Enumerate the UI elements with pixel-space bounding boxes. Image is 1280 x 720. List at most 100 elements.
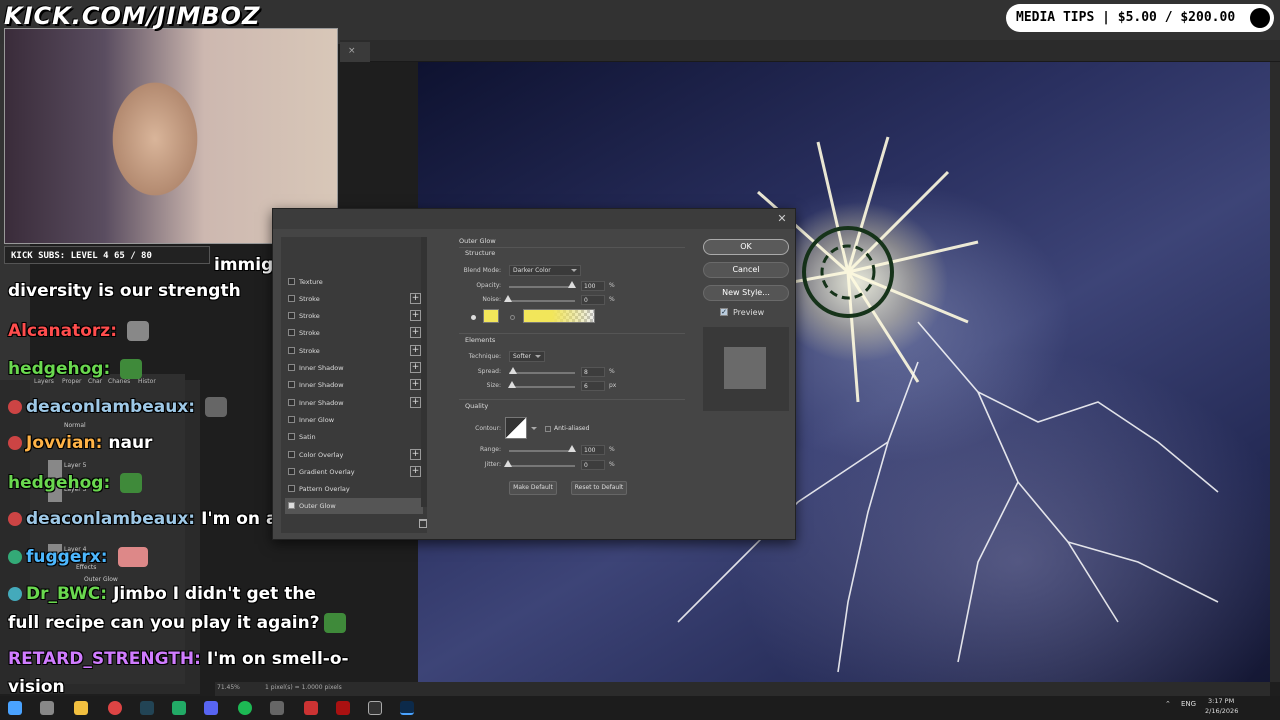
clock-time[interactable]: 3:17 PM — [1208, 697, 1234, 705]
style-item-stroke[interactable]: Stroke + — [285, 343, 423, 359]
styles-scrollbar[interactable] — [421, 237, 427, 507]
ok-button[interactable]: OK — [703, 239, 789, 255]
spread-slider[interactable] — [509, 372, 575, 374]
style-item-satin[interactable]: Satin — [285, 429, 423, 445]
zoom-level[interactable]: 71.45% — [217, 684, 240, 691]
add-icon[interactable]: + — [410, 345, 421, 356]
new-style-button[interactable]: New Style... — [703, 285, 789, 301]
checkbox[interactable] — [288, 347, 295, 354]
chat-user: hedgehog: — [8, 359, 111, 379]
lang-indicator[interactable]: ENG — [1181, 700, 1196, 708]
solid-color-radio[interactable] — [471, 315, 476, 320]
app-icon[interactable] — [172, 701, 186, 715]
start-icon[interactable] — [8, 701, 22, 715]
document-tab[interactable]: × — [340, 42, 370, 62]
checkbox[interactable] — [288, 451, 295, 458]
spread-slider-handle[interactable] — [509, 367, 517, 374]
checkbox-checked[interactable] — [288, 502, 295, 509]
spotify-icon[interactable] — [238, 701, 252, 715]
dialog-title-bar[interactable] — [273, 209, 795, 229]
size-slider-handle[interactable] — [508, 381, 516, 388]
opacity-input[interactable]: 100 — [581, 281, 605, 291]
noise-slider[interactable] — [509, 300, 575, 302]
close-icon[interactable]: ✕ — [775, 212, 789, 226]
style-item-inner-glow[interactable]: Inner Glow — [285, 412, 423, 428]
pepe-emote-icon — [120, 473, 143, 493]
blend-mode-dropdown[interactable]: Darker Color — [509, 265, 581, 276]
checkbox[interactable] — [288, 468, 295, 475]
add-icon[interactable]: + — [410, 293, 421, 304]
tray-chevron-icon[interactable]: ⌃ — [1165, 700, 1171, 708]
jitter-input[interactable]: 0 — [581, 460, 605, 470]
checkbox[interactable] — [288, 433, 295, 440]
glow-color-swatch[interactable] — [483, 309, 499, 323]
style-item-color-overlay[interactable]: Color Overlay + — [285, 447, 423, 463]
opacity-slider-handle[interactable] — [568, 281, 576, 288]
style-item-inner-shadow[interactable]: Inner Shadow + — [285, 395, 423, 411]
glow-gradient-picker[interactable] — [523, 309, 595, 323]
add-icon[interactable]: + — [410, 397, 421, 408]
add-icon[interactable]: + — [410, 362, 421, 373]
checkbox[interactable] — [288, 416, 295, 423]
add-icon[interactable]: + — [410, 449, 421, 460]
checkbox[interactable] — [288, 399, 295, 406]
checkbox[interactable] — [288, 312, 295, 319]
size-input[interactable]: 6 — [581, 381, 605, 391]
checkbox[interactable] — [288, 278, 295, 285]
style-item-pattern-overlay[interactable]: Pattern Overlay — [285, 481, 423, 497]
noise-input[interactable]: 0 — [581, 295, 605, 305]
noise-slider-handle[interactable] — [504, 295, 512, 302]
add-icon[interactable]: + — [410, 327, 421, 338]
reset-default-button[interactable]: Reset to Default — [571, 481, 627, 495]
style-item-inner-shadow[interactable]: Inner Shadow + — [285, 360, 423, 376]
cancel-button[interactable]: Cancel — [703, 262, 789, 278]
checkbox[interactable] — [288, 381, 295, 388]
app-icon[interactable] — [304, 701, 318, 715]
opacity-slider[interactable] — [509, 286, 575, 288]
jitter-slider[interactable] — [509, 465, 575, 467]
add-icon[interactable]: + — [410, 466, 421, 477]
steam-icon[interactable] — [140, 701, 154, 715]
style-item-stroke[interactable]: Stroke + — [285, 325, 423, 341]
chat-text: diversity is our strength — [8, 281, 241, 301]
chrome-icon[interactable] — [108, 701, 122, 715]
add-icon[interactable]: + — [410, 310, 421, 321]
doc-info: 1 pixel(s) = 1.0000 pixels — [265, 684, 342, 691]
gradient-radio[interactable] — [510, 315, 515, 320]
style-item-inner-shadow[interactable]: Inner Shadow + — [285, 377, 423, 393]
checkbox[interactable] — [288, 364, 295, 371]
chevron-down-icon — [571, 269, 577, 272]
range-slider[interactable] — [509, 450, 575, 452]
make-default-button[interactable]: Make Default — [509, 481, 557, 495]
discord-icon[interactable] — [204, 701, 218, 715]
task-view-icon[interactable] — [40, 701, 54, 715]
trash-icon[interactable] — [419, 519, 427, 528]
capcut-icon[interactable] — [368, 701, 382, 715]
file-explorer-icon[interactable] — [74, 701, 88, 715]
add-icon[interactable]: + — [410, 379, 421, 390]
photoshop-icon[interactable] — [400, 701, 414, 715]
style-item-texture[interactable]: Texture — [285, 274, 423, 290]
style-item-stroke[interactable]: Stroke + — [285, 308, 423, 324]
app-icon[interactable] — [336, 701, 350, 715]
checkbox[interactable] — [288, 295, 295, 302]
range-input[interactable]: 100 — [581, 445, 605, 455]
style-item-gradient-overlay[interactable]: Gradient Overlay + — [285, 464, 423, 480]
technique-dropdown[interactable]: Softer — [509, 351, 545, 362]
preview-checkbox[interactable]: ✓ — [720, 308, 728, 316]
anti-aliased-checkbox[interactable] — [545, 426, 551, 432]
media-tips-label: MEDIA TIPS | $5.00 / $200.00 — [1016, 10, 1236, 25]
jitter-slider-handle[interactable] — [504, 460, 512, 467]
canvas-scrollbar[interactable] — [1270, 62, 1280, 682]
spread-input[interactable]: 8 — [581, 367, 605, 377]
style-item-stroke[interactable]: Stroke + — [285, 291, 423, 307]
checkbox[interactable] — [288, 485, 295, 492]
range-slider-handle[interactable] — [568, 445, 576, 452]
size-slider[interactable] — [509, 386, 575, 388]
clock-date[interactable]: 2/16/2026 — [1205, 707, 1238, 715]
app-icon[interactable] — [270, 701, 284, 715]
style-item-outer-glow[interactable]: Outer Glow — [285, 498, 423, 514]
contour-picker[interactable] — [505, 417, 527, 439]
checkbox[interactable] — [288, 329, 295, 336]
chevron-down-icon[interactable] — [531, 427, 537, 430]
